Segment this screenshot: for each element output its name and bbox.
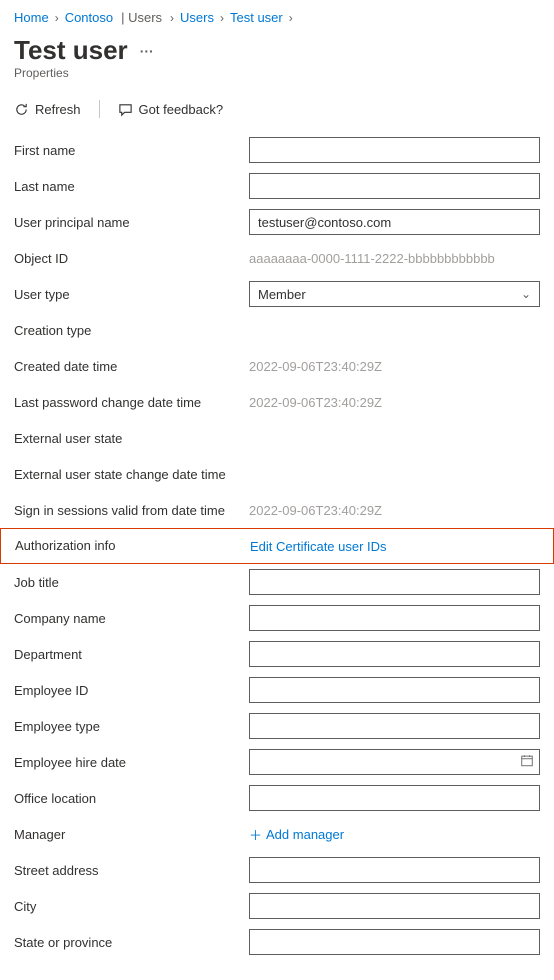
user-type-select[interactable]: Member ⌄ (249, 281, 540, 307)
field-upn: User principal name (14, 204, 540, 240)
created-date-value: 2022-09-06T23:40:29Z (249, 353, 540, 379)
field-user-type: User type Member ⌄ (14, 276, 540, 312)
field-first-name: First name (14, 132, 540, 168)
toolbar-divider (99, 100, 100, 118)
city-label: City (14, 899, 249, 914)
feedback-icon (118, 102, 133, 117)
field-authorization-info: Authorization info Edit Certificate user… (0, 528, 554, 564)
employee-id-input[interactable] (249, 677, 540, 703)
employee-hire-date-input[interactable] (249, 749, 540, 775)
department-input[interactable] (249, 641, 540, 667)
field-department: Department (14, 636, 540, 672)
feedback-button[interactable]: Got feedback? (118, 102, 224, 117)
signin-sessions-valid-label: Sign in sessions valid from date time (14, 503, 249, 518)
calendar-icon[interactable] (520, 754, 534, 771)
refresh-icon (14, 102, 29, 117)
refresh-label: Refresh (35, 102, 81, 117)
manager-label: Manager (14, 827, 249, 842)
field-external-user-state: External user state (14, 420, 540, 456)
job-title-input[interactable] (249, 569, 540, 595)
authorization-info-label: Authorization info (15, 531, 250, 561)
last-name-input[interactable] (249, 173, 540, 199)
properties-form: First name Last name User principal name… (14, 132, 540, 960)
feedback-label: Got feedback? (139, 102, 224, 117)
more-options-button[interactable]: ··· (140, 43, 154, 59)
first-name-input[interactable] (249, 137, 540, 163)
field-company-name: Company name (14, 600, 540, 636)
field-employee-type: Employee type (14, 708, 540, 744)
job-title-label: Job title (14, 575, 249, 590)
field-state-province: State or province (14, 924, 540, 960)
field-manager: Manager ＋ Add manager (14, 816, 540, 852)
state-province-label: State or province (14, 935, 249, 950)
title-text: Test user (14, 35, 128, 66)
field-last-name: Last name (14, 168, 540, 204)
field-object-id: Object ID aaaaaaaa-0000-1111-2222-bbbbbb… (14, 240, 540, 276)
company-name-label: Company name (14, 611, 249, 626)
breadcrumb: Home › Contoso | Users › Users › Test us… (14, 8, 540, 31)
add-manager-link[interactable]: ＋ Add manager (249, 825, 540, 844)
first-name-label: First name (14, 143, 249, 158)
last-password-change-label: Last password change date time (14, 395, 249, 410)
chevron-right-icon: › (170, 11, 174, 25)
breadcrumb-suffix: | Users (121, 10, 162, 25)
field-created-date: Created date time 2022-09-06T23:40:29Z (14, 348, 540, 384)
chevron-right-icon: › (55, 11, 59, 25)
last-name-label: Last name (14, 179, 249, 194)
street-address-input[interactable] (249, 857, 540, 883)
plus-icon: ＋ (249, 825, 262, 844)
field-last-password-change: Last password change date time 2022-09-0… (14, 384, 540, 420)
chevron-right-icon: › (289, 11, 293, 25)
office-location-label: Office location (14, 791, 249, 806)
field-city: City (14, 888, 540, 924)
user-type-label: User type (14, 287, 249, 302)
last-password-change-value: 2022-09-06T23:40:29Z (249, 389, 540, 415)
object-id-label: Object ID (14, 251, 249, 266)
employee-hire-date-label: Employee hire date (14, 755, 249, 770)
field-employee-id: Employee ID (14, 672, 540, 708)
page-subtitle: Properties (14, 66, 540, 80)
field-job-title: Job title (14, 564, 540, 600)
command-bar: Refresh Got feedback? (14, 94, 540, 132)
employee-id-label: Employee ID (14, 683, 249, 698)
street-address-label: Street address (14, 863, 249, 878)
field-external-user-state-change: External user state change date time (14, 456, 540, 492)
field-creation-type: Creation type (14, 312, 540, 348)
office-location-input[interactable] (249, 785, 540, 811)
external-user-state-label: External user state (14, 431, 249, 446)
external-user-state-change-label: External user state change date time (14, 467, 249, 482)
breadcrumb-home[interactable]: Home (14, 10, 49, 25)
breadcrumb-contoso[interactable]: Contoso (65, 10, 113, 25)
chevron-down-icon: ⌄ (521, 287, 531, 301)
refresh-button[interactable]: Refresh (14, 102, 81, 117)
edit-certificate-link[interactable]: Edit Certificate user IDs (250, 539, 387, 554)
department-label: Department (14, 647, 249, 662)
field-signin-sessions-valid: Sign in sessions valid from date time 20… (14, 492, 540, 528)
add-manager-text: Add manager (266, 827, 344, 842)
field-office-location: Office location (14, 780, 540, 816)
employee-type-label: Employee type (14, 719, 249, 734)
field-employee-hire-date: Employee hire date (14, 744, 540, 780)
user-type-value: Member (258, 287, 306, 302)
chevron-right-icon: › (220, 11, 224, 25)
breadcrumb-test-user[interactable]: Test user (230, 10, 283, 25)
field-street-address: Street address (14, 852, 540, 888)
company-name-input[interactable] (249, 605, 540, 631)
page-title: Test user ··· (14, 35, 540, 66)
breadcrumb-users[interactable]: Users (180, 10, 214, 25)
city-input[interactable] (249, 893, 540, 919)
upn-input[interactable] (249, 209, 540, 235)
state-province-input[interactable] (249, 929, 540, 955)
employee-type-input[interactable] (249, 713, 540, 739)
object-id-value: aaaaaaaa-0000-1111-2222-bbbbbbbbbbbb (249, 245, 540, 271)
signin-sessions-valid-value: 2022-09-06T23:40:29Z (249, 497, 540, 523)
upn-label: User principal name (14, 215, 249, 230)
creation-type-label: Creation type (14, 323, 249, 338)
created-date-label: Created date time (14, 359, 249, 374)
